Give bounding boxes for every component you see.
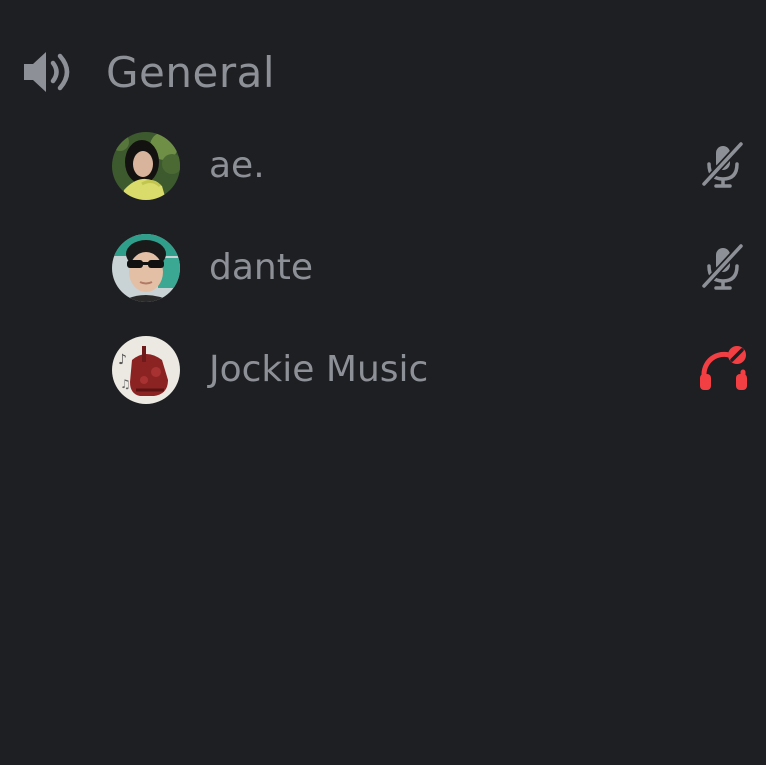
- voice-user-jockie-music[interactable]: ♪ ♫ Jockie Music: [0, 324, 766, 426]
- voice-channel-panel: General ae. dante ♪ ♫ Jockie Music: [0, 0, 766, 765]
- voice-user-list: ae. dante ♪ ♫ Jockie Music: [0, 120, 766, 426]
- voice-user-ae[interactable]: ae.: [0, 120, 766, 222]
- headphones-deafened-icon: [698, 344, 750, 396]
- svg-text:♪: ♪: [118, 352, 127, 368]
- username: Jockie Music: [209, 349, 429, 390]
- avatar: [112, 132, 180, 200]
- avatar: ♪ ♫: [112, 336, 180, 404]
- microphone-muted-icon: [698, 140, 750, 192]
- channel-name: General: [106, 47, 276, 97]
- speaker-icon: [20, 44, 76, 100]
- username: ae.: [209, 145, 265, 186]
- username: dante: [209, 247, 313, 288]
- microphone-muted-icon: [698, 242, 750, 294]
- voice-channel-general[interactable]: General: [20, 40, 275, 104]
- voice-user-dante[interactable]: dante: [0, 222, 766, 324]
- avatar: [112, 234, 180, 302]
- svg-text:♫: ♫: [120, 377, 131, 391]
